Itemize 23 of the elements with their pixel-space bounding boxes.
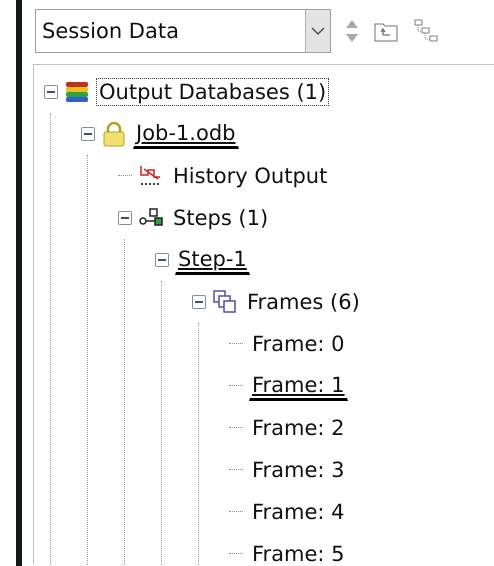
tree-item[interactable]: Frame: 1 bbox=[249, 371, 348, 401]
tree-item[interactable]: Output Databases (1) bbox=[96, 78, 330, 106]
tree-item[interactable]: Frame: 5 bbox=[249, 540, 348, 566]
tree-item[interactable]: Frame: 3 bbox=[249, 456, 348, 484]
padlock-icon bbox=[101, 121, 127, 147]
collapse-toggle[interactable] bbox=[44, 85, 58, 99]
stacked-squares-icon bbox=[212, 289, 238, 315]
tree-item[interactable]: Frame: 2 bbox=[249, 414, 348, 442]
tree-item[interactable]: Step-1 bbox=[175, 245, 250, 275]
collapse-toggle[interactable] bbox=[155, 253, 169, 267]
chevron-down-icon bbox=[311, 26, 325, 36]
collapse-toggle[interactable] bbox=[192, 295, 206, 309]
collapse-toggle[interactable] bbox=[118, 211, 132, 225]
tree-item[interactable]: Frame: 0 bbox=[249, 330, 348, 358]
session-dropdown[interactable]: Session Data bbox=[35, 9, 331, 53]
tree-item[interactable]: Frames (6) bbox=[244, 288, 363, 316]
tree-item[interactable]: History Output bbox=[170, 162, 330, 190]
collapse-toggle[interactable] bbox=[81, 127, 95, 141]
hierarchy-icon[interactable] bbox=[413, 18, 439, 44]
tree-item[interactable]: Job-1.odb bbox=[133, 119, 238, 149]
tree-item[interactable]: Frame: 4 bbox=[249, 498, 348, 526]
tree-item[interactable]: Steps (1) bbox=[170, 204, 272, 232]
stacked-layers-icon bbox=[64, 79, 90, 105]
